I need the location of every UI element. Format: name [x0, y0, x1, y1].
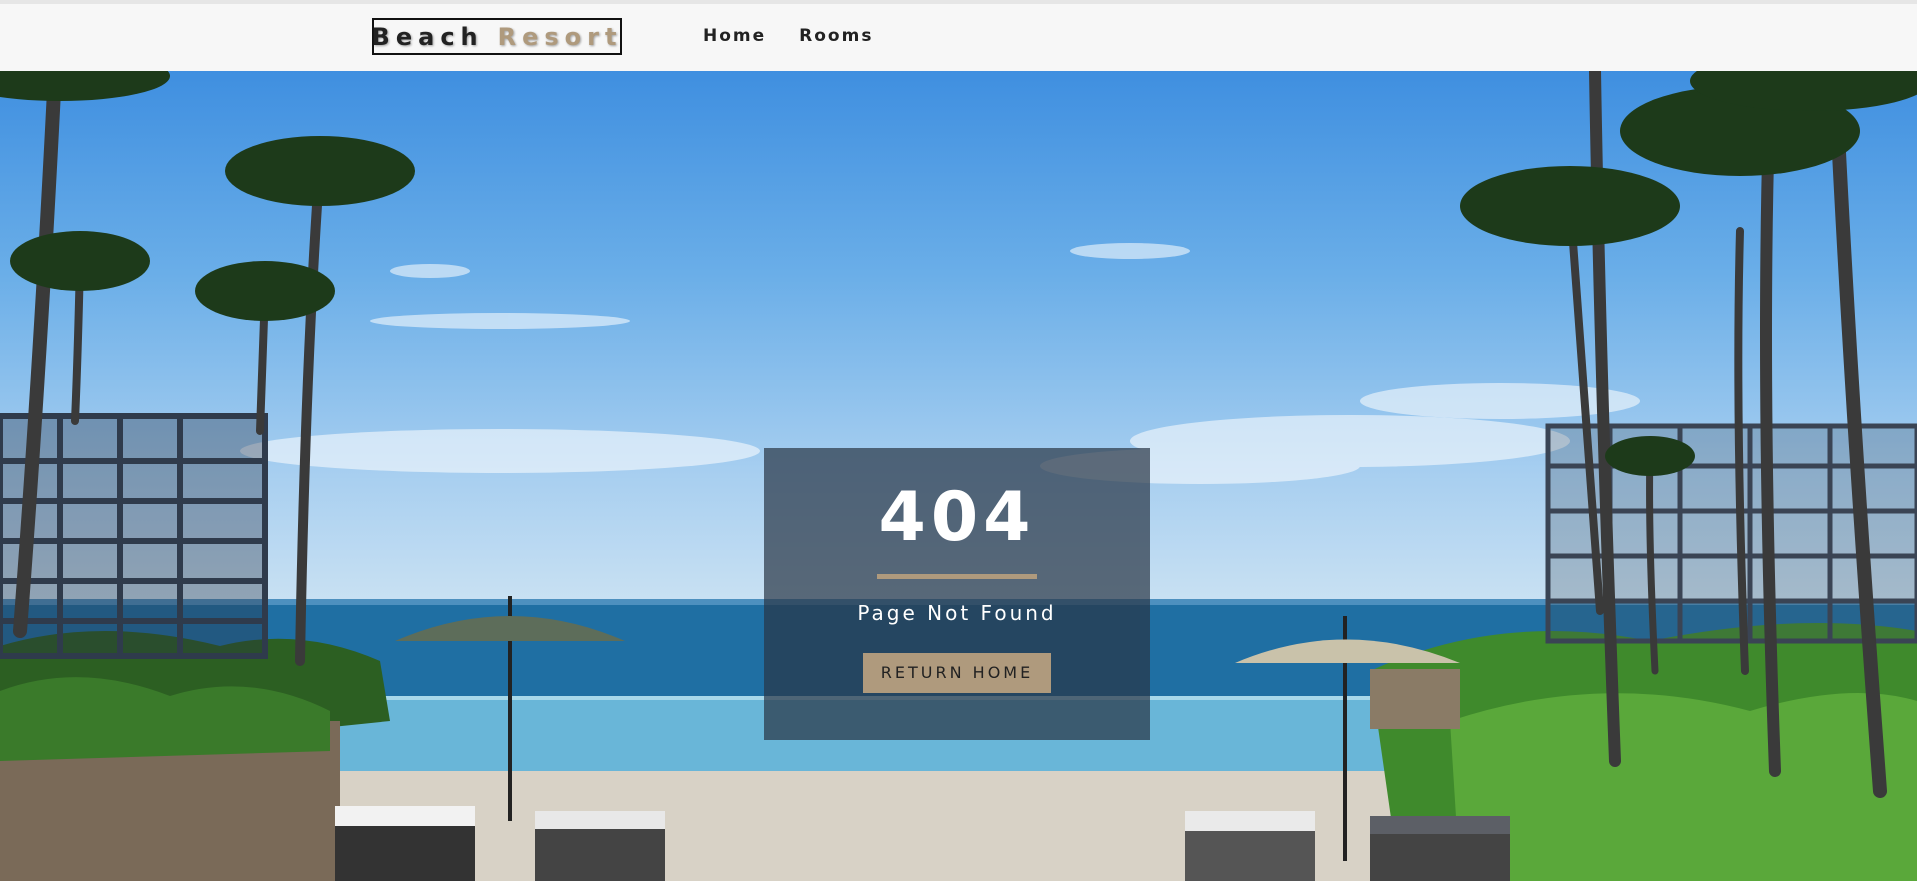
navbar: Beach Resort Home Rooms: [0, 0, 1917, 71]
error-subtitle: Page Not Found: [857, 601, 1057, 625]
error-banner: 404 Page Not Found return home: [764, 448, 1150, 740]
logo-word-resort: Resort: [497, 22, 623, 51]
hero-background-image: 404 Page Not Found return home: [0, 71, 1917, 881]
title-underline-divider: [877, 574, 1037, 579]
logo-word-beach: Beach: [371, 22, 484, 51]
error-code-title: 404: [878, 478, 1036, 557]
nav-links: Home Rooms: [703, 26, 873, 46]
nav-link-rooms[interactable]: Rooms: [799, 26, 873, 46]
return-home-button[interactable]: return home: [863, 653, 1051, 693]
site-logo[interactable]: Beach Resort: [372, 18, 622, 55]
nav-link-home[interactable]: Home: [703, 26, 766, 46]
